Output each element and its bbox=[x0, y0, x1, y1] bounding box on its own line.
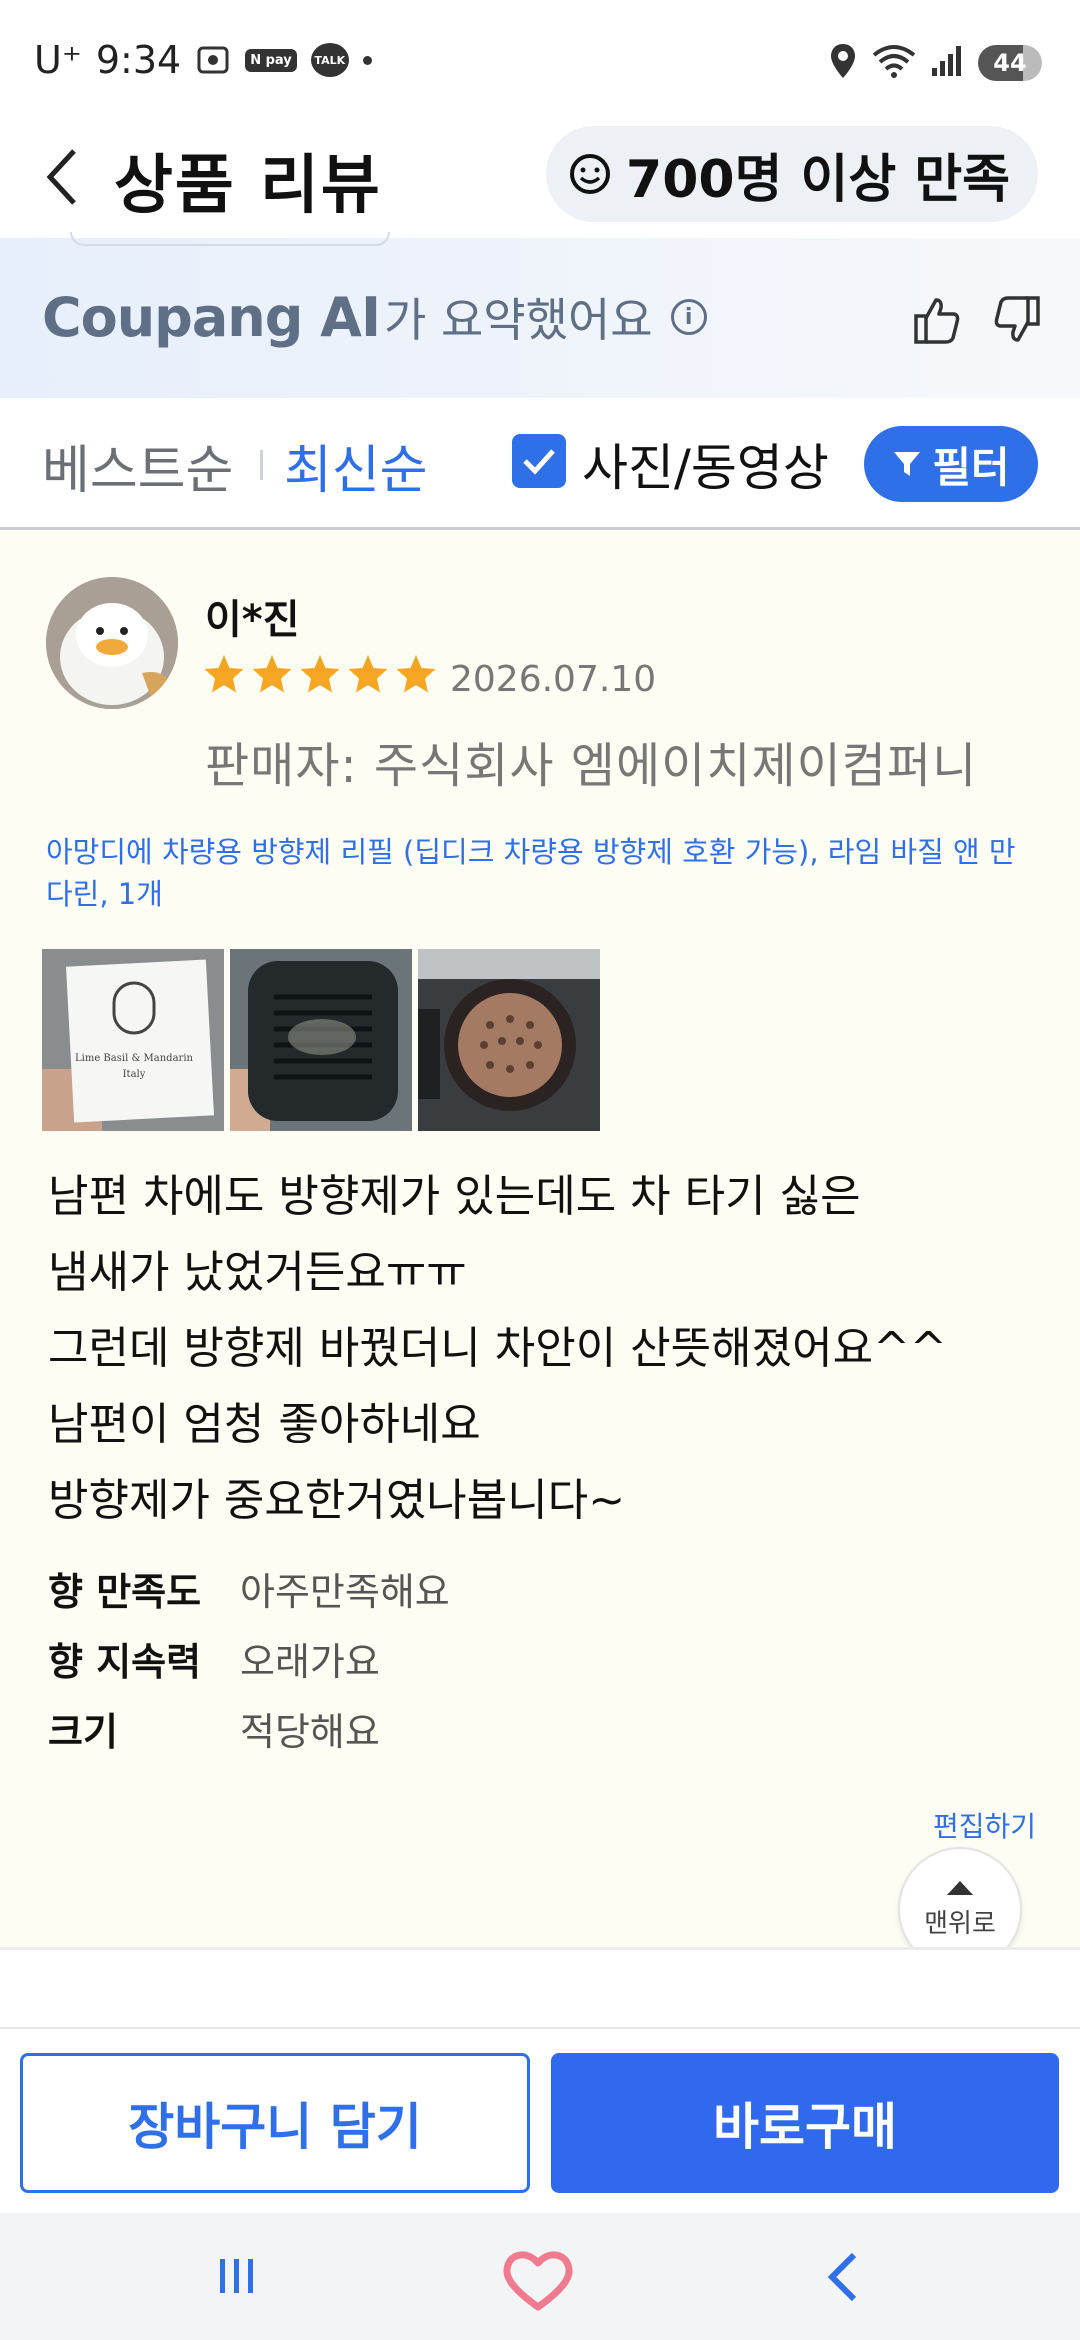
attribute-row: 크기 적당해요 bbox=[48, 1693, 450, 1763]
heart-home-icon[interactable] bbox=[500, 2247, 576, 2313]
filter-button[interactable]: 필터 bbox=[864, 426, 1038, 502]
review-card: 이*진 2026.07.10 판매자: 주식회사 엠에이치제이컴퍼니 아망디에 … bbox=[0, 531, 1080, 1947]
smile-icon bbox=[570, 154, 611, 194]
star-icon bbox=[252, 655, 292, 693]
page-header: 상품 리뷰 700명 이상 만족 bbox=[0, 120, 1080, 238]
collapse-handle[interactable] bbox=[70, 232, 390, 246]
ai-summary-text: 가 요약했어요 bbox=[384, 293, 653, 347]
status-left: U⁺ 9:34 N pay TALK bbox=[34, 38, 372, 82]
attribute-label: 크기 bbox=[48, 1709, 118, 1754]
back-button[interactable] bbox=[32, 142, 92, 212]
review-line: 냄새가 났었거든요ㅠㅠ bbox=[48, 1247, 467, 1298]
scroll-top-label: 맨위로 bbox=[924, 1908, 996, 1939]
attribute-row: 향 만족도 아주만족해요 bbox=[48, 1553, 450, 1623]
caret-up-icon bbox=[947, 1880, 973, 1895]
sort-divider bbox=[260, 450, 263, 480]
system-nav-bar bbox=[0, 2213, 1080, 2340]
attribute-value: 적당해요 bbox=[240, 1709, 380, 1754]
sort-newest-option[interactable]: 최신순 bbox=[284, 428, 428, 503]
thumbs-up-icon[interactable] bbox=[908, 292, 964, 348]
filter-icon bbox=[894, 452, 921, 476]
review-page: U⁺ 9:34 N pay TALK 44 상품 리뷰 700명 이상 만족 C… bbox=[0, 0, 1080, 2340]
back-nav-icon[interactable] bbox=[818, 2249, 868, 2305]
page-title: 상품 리뷰 bbox=[114, 149, 382, 223]
photo-card-line-1: Lime Basil & Mandarin bbox=[75, 1053, 193, 1064]
status-bar: U⁺ 9:34 N pay TALK 44 bbox=[0, 0, 1080, 120]
attribute-row: 향 지속력 오래가요 bbox=[48, 1623, 450, 1693]
review-attributes: 향 만족도 아주만족해요 향 지속력 오래가요 크기 적당해요 bbox=[48, 1553, 450, 1763]
sort-best-option[interactable]: 베스트순 bbox=[42, 428, 233, 503]
satisfaction-label: 700명 이상 만족 bbox=[626, 149, 1010, 210]
npay-icon: N pay bbox=[245, 48, 297, 72]
wifi-icon bbox=[872, 43, 916, 83]
avatar bbox=[46, 577, 178, 709]
signal-icon bbox=[930, 44, 964, 82]
next-section: 1건 이상 리뷰가 좋은 상품 bbox=[0, 1947, 1080, 2027]
star-rating bbox=[203, 653, 437, 695]
star-icon bbox=[300, 655, 340, 693]
battery-icon: 44 bbox=[978, 45, 1042, 81]
review-line: 남편 차에도 방향제가 있는데도 차 타기 싫은 bbox=[48, 1171, 861, 1222]
thumbs-down-icon[interactable] bbox=[990, 292, 1046, 348]
star-icon bbox=[204, 655, 244, 693]
star-icon bbox=[396, 655, 436, 693]
check-icon bbox=[523, 449, 555, 475]
screenshot-icon bbox=[195, 42, 231, 78]
review-line: 남편이 엄청 좋아하네요 bbox=[48, 1399, 481, 1450]
ai-summary-title: Coupang AI 가 요약했어요 i bbox=[42, 284, 707, 350]
attribute-value: 아주만족해요 bbox=[240, 1569, 450, 1614]
product-option-link[interactable]: 아망디에 차량용 방향제 리필 (딥디크 차량용 방향제 호환 가능), 라임 … bbox=[46, 831, 1026, 915]
location-icon bbox=[828, 42, 858, 84]
review-date: 2026.07.10 bbox=[450, 659, 657, 700]
star-icon bbox=[348, 655, 388, 693]
purchase-bar: 장바구니 담기 바로구매 bbox=[0, 2027, 1080, 2213]
review-photos: Lime Basil & Mandarin Italy bbox=[42, 949, 600, 1131]
photo-card-line-2: Italy bbox=[123, 1069, 146, 1080]
status-right: 44 bbox=[828, 42, 1042, 84]
review-photo[interactable] bbox=[230, 949, 412, 1131]
recent-apps-icon[interactable] bbox=[212, 2251, 262, 2301]
photo-video-label[interactable]: 사진/동영상 bbox=[582, 428, 829, 500]
notification-dot-icon bbox=[362, 55, 372, 65]
photo-video-checkbox[interactable] bbox=[512, 434, 566, 488]
clock: 9:34 bbox=[95, 38, 182, 82]
info-icon[interactable]: i bbox=[670, 299, 707, 335]
filter-label: 필터 bbox=[932, 442, 1010, 492]
attribute-label: 향 지속력 bbox=[48, 1639, 202, 1684]
seller-name: 판매자: 주식회사 엠에이치제이컴퍼니 bbox=[205, 738, 978, 794]
add-to-cart-button[interactable]: 장바구니 담기 bbox=[20, 2053, 530, 2193]
sort-bar: 베스트순 최신순 사진/동영상 필터 bbox=[0, 398, 1080, 530]
attribute-label: 향 만족도 bbox=[48, 1569, 202, 1614]
review-photo[interactable] bbox=[418, 949, 600, 1131]
reviewer-name: 이*진 bbox=[205, 597, 300, 643]
kakaotalk-icon: TALK bbox=[310, 43, 349, 77]
satisfaction-badge[interactable]: 700명 이상 만족 bbox=[546, 126, 1038, 222]
next-section-title: 1건 이상 리뷰가 좋은 상품 bbox=[48, 2012, 590, 2027]
review-line: 방향제가 중요한거였나봅니다~ bbox=[48, 1475, 626, 1526]
chevron-left-icon bbox=[46, 149, 76, 205]
review-photo[interactable]: Lime Basil & Mandarin Italy bbox=[42, 949, 224, 1131]
review-text: 남편 차에도 방향제가 있는데도 차 타기 싫은 냄새가 났었거든요ㅠㅠ 그런데… bbox=[48, 1159, 1048, 1539]
attribute-value: 오래가요 bbox=[240, 1639, 380, 1684]
review-line: 그런데 방향제 바꿨더니 차안이 산뜻해졌어요^^ bbox=[48, 1323, 947, 1374]
carrier-label: U⁺ bbox=[34, 38, 82, 82]
ai-brand: Coupang AI bbox=[42, 285, 381, 349]
edit-review-link[interactable]: 편집하기 bbox=[933, 1805, 1036, 1845]
buy-now-button[interactable]: 바로구매 bbox=[551, 2053, 1059, 2193]
